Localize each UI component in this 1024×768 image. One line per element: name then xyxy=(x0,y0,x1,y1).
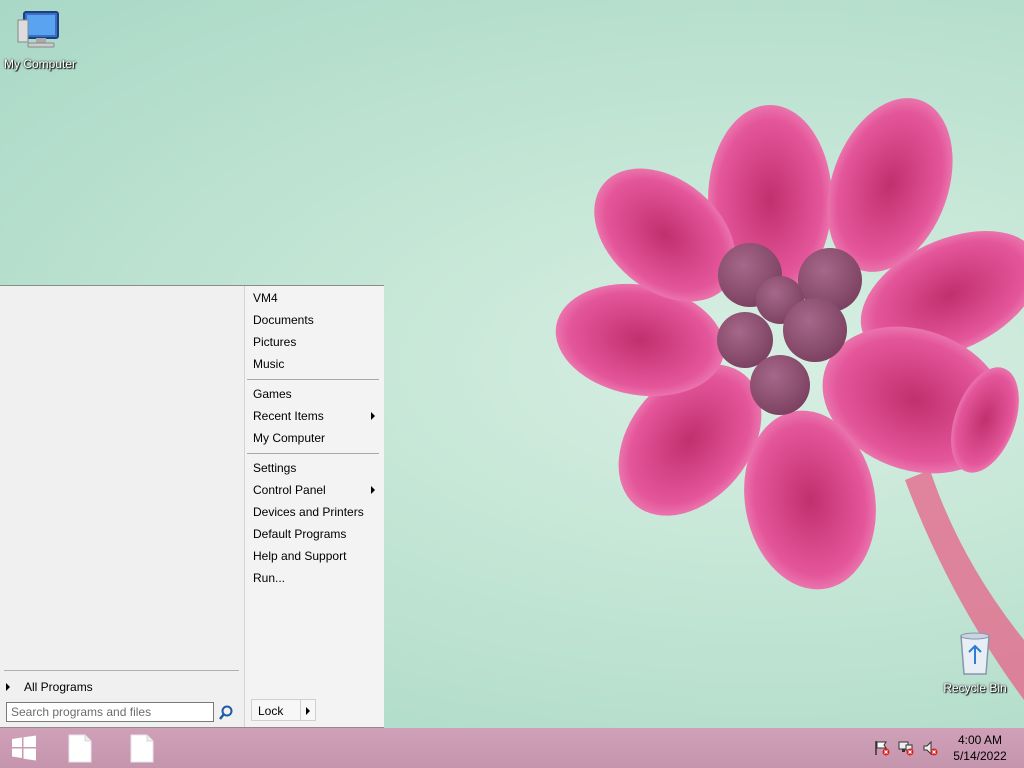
desktop-icon-recycle-bin[interactable]: Recycle Bin xyxy=(935,630,1015,695)
menu-item-recent-items[interactable]: Recent Items xyxy=(247,406,379,426)
menu-item-label: Recent Items xyxy=(253,409,324,423)
menu-item-games[interactable]: Games xyxy=(247,384,379,404)
file-icon xyxy=(68,734,92,763)
menu-item-music[interactable]: Music xyxy=(247,354,379,374)
menu-item-pictures[interactable]: Pictures xyxy=(247,332,379,352)
start-menu-programs-pane: All Programs xyxy=(0,286,244,727)
lock-options-arrow-button[interactable] xyxy=(300,699,316,721)
all-programs-label: All Programs xyxy=(24,680,93,694)
computer-monitor-icon xyxy=(17,11,59,48)
submenu-arrow-icon xyxy=(371,486,375,494)
menu-item-label: Music xyxy=(253,357,285,371)
flag-icon[interactable] xyxy=(874,740,890,756)
lock-label: Lock xyxy=(258,704,284,718)
menu-item-my-computer[interactable]: My Computer xyxy=(247,428,379,448)
submenu-arrow-icon xyxy=(371,412,375,420)
all-programs-button[interactable]: All Programs xyxy=(4,678,234,696)
desktop-icon-my-computer[interactable]: My Computer xyxy=(0,8,80,71)
divider xyxy=(247,379,379,380)
search-input[interactable] xyxy=(6,702,214,722)
desktop-icon-label: Recycle Bin xyxy=(943,681,1007,695)
recycle-bin-icon xyxy=(960,632,990,675)
menu-item-run[interactable]: Run... xyxy=(247,568,379,588)
menu-item-label: Games xyxy=(253,387,292,401)
taskbar-file-button[interactable] xyxy=(122,732,162,764)
menu-item-label: Run... xyxy=(253,571,286,585)
menu-item-documents[interactable]: Documents xyxy=(247,310,379,330)
menu-item-label: Devices and Printers xyxy=(253,505,364,519)
file-icon xyxy=(130,734,154,763)
desktop-icon-label: My Computer xyxy=(3,57,77,71)
start-menu: All Programs VM4 Documents Pictures Musi… xyxy=(0,285,384,728)
menu-item-label: Documents xyxy=(253,313,314,327)
taskbar: 4:00 AM 5/14/2022 xyxy=(0,728,1024,768)
network-icon[interactable] xyxy=(898,740,914,756)
search-icon[interactable] xyxy=(218,705,234,721)
menu-item-label: Control Panel xyxy=(253,483,326,497)
start-button[interactable] xyxy=(4,732,44,764)
menu-item-label: My Computer xyxy=(253,431,326,445)
menu-item-label: Pictures xyxy=(253,335,297,349)
menu-item-label: Help and Support xyxy=(253,549,347,563)
clock-date: 5/14/2022 xyxy=(953,749,1007,763)
clock-time: 4:00 AM xyxy=(957,733,1003,747)
divider xyxy=(4,670,239,671)
start-menu-places-pane: VM4 Documents Pictures Music Games Recen… xyxy=(244,286,384,727)
triangle-right-icon xyxy=(6,683,10,691)
menu-item-settings[interactable]: Settings xyxy=(247,458,379,478)
menu-item-label: VM4 xyxy=(253,291,278,305)
menu-item-help-and-support[interactable]: Help and Support xyxy=(247,546,379,566)
taskbar-file-button[interactable] xyxy=(60,732,100,764)
menu-item-label: Settings xyxy=(253,461,297,475)
menu-item-label: Default Programs xyxy=(253,527,347,541)
menu-item-control-panel[interactable]: Control Panel xyxy=(247,480,379,500)
menu-item-vm4[interactable]: VM4 xyxy=(247,288,379,308)
menu-item-devices-and-printers[interactable]: Devices and Printers xyxy=(247,502,379,522)
windows-logo-icon xyxy=(12,735,36,761)
divider xyxy=(247,453,379,454)
speaker-muted-icon[interactable] xyxy=(922,740,938,756)
lock-button[interactable]: Lock xyxy=(251,699,301,721)
menu-item-default-programs[interactable]: Default Programs xyxy=(247,524,379,544)
taskbar-clock[interactable]: 4:00 AM 5/14/2022 xyxy=(940,732,1020,764)
